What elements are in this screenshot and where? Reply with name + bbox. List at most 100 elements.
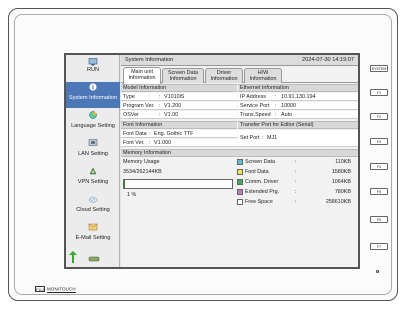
product-name: MONITOUCH	[47, 286, 76, 292]
trans-speed-label: Trans.Speed	[240, 112, 271, 118]
set-port-value: MJ1	[267, 135, 278, 141]
main-panel: System Information 2024-07-30 14:19:07 M…	[121, 55, 358, 267]
info-content: Model Information Type : V1010iS Program…	[121, 84, 358, 267]
sidebar-item-cloud[interactable]: Cloud Setting	[66, 194, 120, 220]
ip-address-label: IP Address	[240, 94, 266, 100]
f3-key[interactable]: F3	[370, 138, 388, 145]
page-title: System Information	[125, 57, 174, 63]
tab-main-unit-information[interactable]: Main unit Information	[123, 67, 161, 84]
mail-icon	[88, 223, 98, 231]
tab-label: Information	[210, 76, 238, 82]
f4-key[interactable]: F4	[370, 163, 388, 170]
system-key[interactable]: SYSTEM	[370, 65, 388, 72]
title-bar: System Information 2024-07-30 14:19:07	[121, 55, 358, 66]
sidebar-item-lan[interactable]: LAN Setting	[66, 138, 120, 164]
tab-screen-data-information[interactable]: Screen Data Information	[162, 68, 204, 83]
f5-key[interactable]: F5	[370, 188, 388, 195]
model-section-header: Model Information	[121, 84, 237, 92]
legend-value: 1064KB	[331, 179, 351, 185]
model-type-value: V1010iS	[164, 94, 185, 100]
tab-hw-information[interactable]: H/W Information	[244, 68, 282, 83]
colon: :	[275, 103, 277, 109]
sidebar-item-label: RUN	[86, 67, 100, 73]
font-data-label: Font Data	[123, 131, 147, 137]
legend-extended-prg: Extended Prg. : 780KB	[237, 188, 357, 196]
sidebar-item-email[interactable]: E-Mail Setting	[66, 222, 120, 248]
service-port-label: Service Port	[240, 103, 270, 109]
legend-name: Screen Data	[245, 159, 275, 165]
tab-label: Information	[249, 76, 277, 82]
program-ver-label: Program Ver.	[123, 103, 155, 109]
f6-key[interactable]: F6	[370, 216, 388, 223]
sidebar-item-vpn[interactable]: VPN Setting	[66, 166, 120, 192]
legend-value: 258610KB	[325, 199, 351, 205]
memory-usage-fill	[124, 180, 126, 188]
f7-key[interactable]: F7	[370, 243, 388, 250]
monitor-icon	[88, 58, 98, 66]
legend-value: 1580KB	[331, 169, 351, 175]
legend-screen-data: Screen Data : 110KB	[237, 158, 357, 166]
colon: :	[275, 112, 277, 118]
legend-name: Font Data	[245, 169, 269, 175]
colon: :	[149, 131, 151, 137]
datetime-display: 2024-07-30 14:19:07	[302, 57, 354, 63]
legend-swatch	[237, 189, 243, 195]
colon: :	[159, 112, 161, 118]
tab-driver-information[interactable]: Driver Information	[205, 68, 243, 83]
ethernet-section-header: Ethernet Information	[238, 84, 358, 92]
colon: :	[149, 140, 151, 146]
colon: :	[295, 199, 297, 205]
scroll-arrow-icon[interactable]	[69, 251, 77, 263]
sidebar-item-label: LAN Setting	[78, 151, 108, 157]
memory-usage-percent: 1 %	[127, 192, 137, 198]
tab-label: Information	[169, 76, 197, 82]
memory-usage-label: Memory Usage	[123, 159, 160, 165]
program-ver-value: V1.200	[164, 103, 182, 109]
legend-free-space: Free Space : 258610KB	[237, 198, 357, 206]
service-port-value: 10000	[281, 103, 296, 109]
sidebar-item-label: Cloud Setting	[76, 207, 110, 213]
sidebar-item-system-information[interactable]: System Information	[66, 82, 120, 108]
sidebar-item-language[interactable]: Language Setting	[66, 110, 120, 136]
brand-label: FUJI MONITOUCH	[35, 286, 76, 292]
colon: :	[295, 189, 297, 195]
legend-name: Extended Prg.	[245, 189, 280, 195]
font-ver-value: V1.000	[154, 140, 172, 146]
sidebar-item-label: Language Setting	[71, 123, 115, 129]
colon: :	[262, 135, 264, 141]
sidebar-item-label: E-Mail Setting	[75, 235, 111, 241]
sidebar: RUN System Information Language Setting …	[66, 55, 120, 267]
f1-key[interactable]: F1	[370, 89, 388, 96]
memory-usage-bar	[123, 179, 233, 189]
colon: :	[159, 103, 161, 109]
maker-logo: FUJI	[35, 286, 46, 292]
memory-usage-value: 3534/262144KB	[123, 169, 162, 175]
sidebar-item-label: VPN Setting	[77, 179, 109, 185]
tool-icon	[88, 256, 100, 262]
colon: :	[275, 94, 277, 100]
colon: :	[295, 159, 297, 165]
touch-screen: RUN System Information Language Setting …	[64, 53, 360, 269]
colon: :	[295, 179, 297, 185]
colon: :	[159, 94, 161, 100]
tab-label: Information	[128, 75, 156, 81]
tab-bar: Main unit Information Screen Data Inform…	[121, 67, 358, 84]
os-ver-label: OSVer	[123, 112, 139, 118]
transfer-section-header: Transfer Port for Editor (Serial)	[238, 121, 358, 129]
colon: :	[295, 169, 297, 175]
font-section-header: Font Information	[121, 121, 237, 129]
ip-address-value: 10.91.130.194	[281, 94, 316, 100]
trans-speed-value: Auto	[281, 112, 293, 118]
legend-value: 110KB	[335, 159, 351, 165]
status-led-icon	[376, 270, 379, 273]
sidebar-item-run[interactable]: RUN	[66, 57, 120, 81]
cloud-icon	[88, 196, 98, 203]
set-port-label: Set Port	[240, 135, 260, 141]
legend-swatch	[237, 169, 243, 175]
legend-swatch	[237, 159, 243, 165]
os-ver-value: V1.00	[164, 112, 179, 118]
f2-key[interactable]: F2	[370, 113, 388, 120]
legend-name: Comm. Driver	[245, 179, 279, 185]
legend-swatch	[237, 199, 243, 205]
model-type-label: Type	[123, 94, 135, 100]
